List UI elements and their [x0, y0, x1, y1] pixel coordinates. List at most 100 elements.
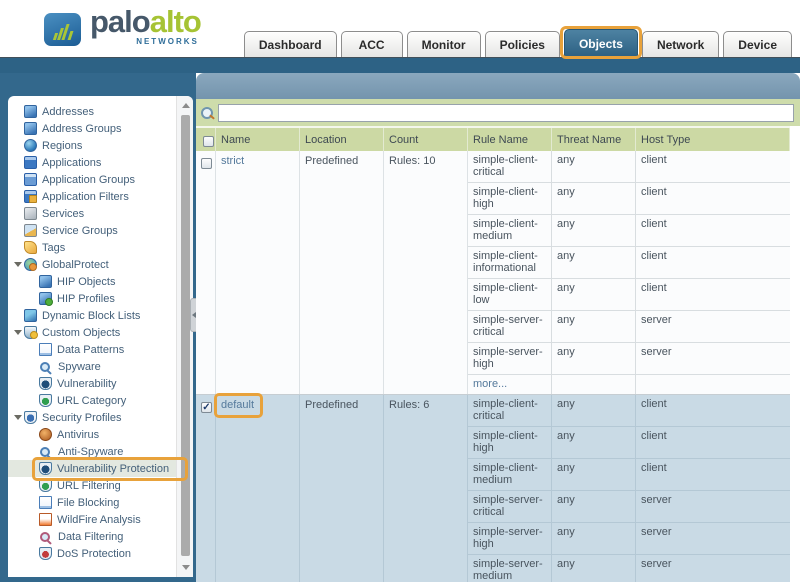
- host-type-cell: client: [636, 459, 790, 490]
- sidebar-item-anti-spyware[interactable]: Anti-Spyware: [8, 443, 193, 460]
- sidebar-item-application-filters[interactable]: Application Filters: [8, 188, 193, 205]
- profile-rule-count: Rules: 6: [384, 395, 468, 582]
- sidebar-item-url-category[interactable]: URL Category: [8, 392, 193, 409]
- sidebar-item-hip-objects[interactable]: HIP Objects: [8, 273, 193, 290]
- column-header-host-type[interactable]: Host Type: [636, 128, 790, 151]
- profile-location: Predefined: [300, 151, 384, 394]
- sidebar-item-services[interactable]: Services: [8, 205, 193, 222]
- hip-profiles-icon: [39, 292, 52, 305]
- select-all-checkbox[interactable]: [203, 136, 214, 147]
- column-header-rule-name[interactable]: Rule Name: [468, 128, 552, 151]
- tab-bar: Dashboard ACCMonitorPoliciesObjectsNetwor…: [244, 29, 792, 57]
- sidebar-item-label: Vulnerability: [56, 378, 117, 390]
- host-type-cell: client: [636, 151, 790, 182]
- service-groups-icon: [24, 224, 37, 237]
- scroll-down-icon[interactable]: [179, 561, 192, 574]
- sidebar-item-service-groups[interactable]: Service Groups: [8, 222, 193, 239]
- host-type-cell: client: [636, 215, 790, 246]
- sidebar-item-addresses[interactable]: Addresses: [8, 103, 193, 120]
- threat-name-cell: any: [552, 427, 636, 458]
- sidebar-item-tags[interactable]: Tags: [8, 239, 193, 256]
- column-header-threat-name[interactable]: Threat Name: [552, 128, 636, 151]
- sidebar-item-vulnerability-protection[interactable]: Vulnerability Protection: [8, 460, 193, 477]
- tab-policies[interactable]: Policies: [485, 31, 560, 57]
- column-header-name[interactable]: Name: [216, 128, 300, 151]
- sidebar-item-regions[interactable]: Regions: [8, 137, 193, 154]
- search-input[interactable]: [218, 104, 794, 122]
- tab-acc[interactable]: ACC: [341, 31, 403, 57]
- sidebar-item-hip-profiles[interactable]: HIP Profiles: [8, 290, 193, 307]
- sidebar-item-applications[interactable]: Applications: [8, 154, 193, 171]
- rule-row: simple-client-highanyclient: [468, 183, 790, 215]
- tab-monitor[interactable]: Monitor: [407, 31, 481, 57]
- host-type-cell: server: [636, 523, 790, 554]
- sidebar-item-url-filtering[interactable]: URL Filtering: [8, 477, 193, 494]
- row-checkbox-default[interactable]: ✓: [201, 402, 212, 413]
- sidebar-item-label: Application Filters: [41, 191, 129, 203]
- rule-row: more...: [468, 375, 790, 394]
- rule-row: simple-server-highanyserver: [468, 523, 790, 555]
- threat-name-cell: any: [552, 343, 636, 374]
- sidebar-item-security-profiles[interactable]: Security Profiles: [8, 409, 193, 426]
- antivirus-icon: [39, 428, 52, 441]
- spyware-icon: [40, 362, 50, 372]
- profile-name-link[interactable]: default: [221, 399, 254, 411]
- tab-device[interactable]: Device: [723, 31, 792, 57]
- main-panel: Name Location Count Rule Name Threat Nam…: [196, 73, 800, 582]
- threat-name-cell: any: [552, 555, 636, 582]
- sidebar-item-label: Spyware: [57, 361, 101, 373]
- tab-network[interactable]: Network: [642, 31, 719, 57]
- filter-bar: [196, 99, 800, 126]
- sidebar-item-spyware[interactable]: Spyware: [8, 358, 193, 375]
- services-icon: [24, 207, 37, 220]
- sidebar-item-wildfire-analysis[interactable]: WildFire Analysis: [8, 511, 193, 528]
- custom-objects-collapse-icon[interactable]: [14, 330, 22, 335]
- table-body: strictPredefinedRules: 10simple-client-c…: [196, 151, 790, 582]
- rule-row: simple-client-criticalanyclient: [468, 395, 790, 427]
- threat-name-cell: any: [552, 311, 636, 342]
- sidebar-item-globalprotect[interactable]: GlobalProtect: [8, 256, 193, 273]
- sidebar-item-label: Application Groups: [41, 174, 135, 186]
- sidebar-item-file-blocking[interactable]: File Blocking: [8, 494, 193, 511]
- select-all-cell: [196, 128, 216, 151]
- sidebar-item-data-patterns[interactable]: Data Patterns: [8, 341, 193, 358]
- rule-row: simple-server-criticalanyserver: [468, 311, 790, 343]
- column-header-location[interactable]: Location: [300, 128, 384, 151]
- rule-row: simple-client-mediumanyclient: [468, 215, 790, 247]
- sidebar-item-address-groups[interactable]: Address Groups: [8, 120, 193, 137]
- more-rules-link[interactable]: more...: [473, 378, 507, 390]
- app-body: AddressesAddress GroupsRegionsApplicatio…: [0, 73, 800, 582]
- tab-label: Dashboard: [259, 38, 322, 52]
- tab-dashboard[interactable]: Dashboard: [244, 31, 337, 57]
- sidebar-item-custom-objects[interactable]: Custom Objects: [8, 324, 193, 341]
- profile-row-strict: strictPredefinedRules: 10simple-client-c…: [196, 151, 790, 395]
- security-profiles-collapse-icon[interactable]: [14, 415, 22, 420]
- sidebar-item-label: Custom Objects: [41, 327, 120, 339]
- column-header-count[interactable]: Count: [384, 128, 468, 151]
- addresses-icon: [24, 105, 37, 118]
- sidebar-item-application-groups[interactable]: Application Groups: [8, 171, 193, 188]
- dos-protection-icon: [39, 547, 52, 560]
- scroll-up-icon[interactable]: [179, 99, 192, 112]
- tab-objects[interactable]: Objects: [564, 29, 638, 57]
- sidebar-item-antivirus[interactable]: Antivirus: [8, 426, 193, 443]
- sidebar-item-dynamic-block-lists[interactable]: Dynamic Block Lists: [8, 307, 193, 324]
- profile-name-link[interactable]: strict: [221, 155, 244, 167]
- search-icon: [201, 107, 213, 119]
- sidebar-scrollbar[interactable]: [176, 96, 193, 577]
- row-checkbox-strict[interactable]: [201, 158, 212, 169]
- scrollbar-thumb[interactable]: [181, 115, 190, 556]
- rule-name-cell: simple-client-informational: [468, 247, 552, 278]
- regions-icon: [24, 139, 37, 152]
- sidebar-item-dos-protection[interactable]: DoS Protection: [8, 545, 193, 562]
- paloalto-logo: paloalto NETWORKS: [44, 6, 201, 46]
- data-filtering-icon: [40, 532, 50, 542]
- anti-spyware-icon: [40, 447, 50, 457]
- host-type-cell: [636, 375, 790, 394]
- sidebar-item-label: WildFire Analysis: [56, 514, 141, 526]
- rule-name-cell: simple-server-critical: [468, 311, 552, 342]
- globalprotect-collapse-icon[interactable]: [14, 262, 22, 267]
- sidebar-item-data-filtering[interactable]: Data Filtering: [8, 528, 193, 545]
- logo-word-palo: palo: [90, 4, 150, 39]
- sidebar-item-vulnerability[interactable]: Vulnerability: [8, 375, 193, 392]
